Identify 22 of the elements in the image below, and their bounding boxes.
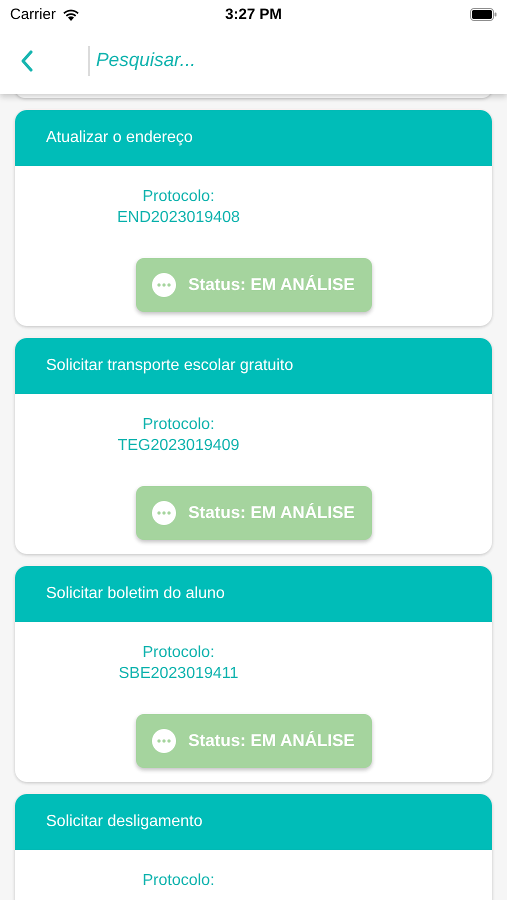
request-title: Solicitar desligamento [46, 813, 203, 831]
wifi-icon [62, 8, 80, 20]
status-button[interactable]: Status: EM ANÁLISE [136, 714, 372, 768]
battery-icon [470, 8, 497, 20]
protocol-label: Protocolo: [142, 871, 215, 891]
request-title: Atualizar o endereço [46, 129, 193, 147]
status-button[interactable]: Status: EM ANÁLISE [136, 258, 372, 312]
more-icon [152, 729, 176, 753]
protocol-label: Protocolo: [142, 643, 215, 663]
carrier-name: Carrier [10, 6, 56, 22]
protocol-number: TEG2023019409 [118, 436, 240, 456]
request-title: Solicitar transporte escolar gratuito [46, 357, 294, 375]
protocol-number: SBE2023019411 [118, 664, 238, 684]
request-title: Solicitar boletim do aluno [46, 585, 225, 603]
more-icon [152, 273, 176, 297]
more-icon [152, 501, 176, 525]
protocol-label: Protocolo: [142, 415, 215, 435]
back-icon [20, 49, 34, 73]
protocol-number: END2023019408 [117, 208, 240, 228]
status-button[interactable]: Status: EM ANÁLISE [136, 486, 372, 540]
clock-time: 3:27 PM [225, 6, 282, 22]
protocol-label: Protocolo: [142, 187, 215, 207]
